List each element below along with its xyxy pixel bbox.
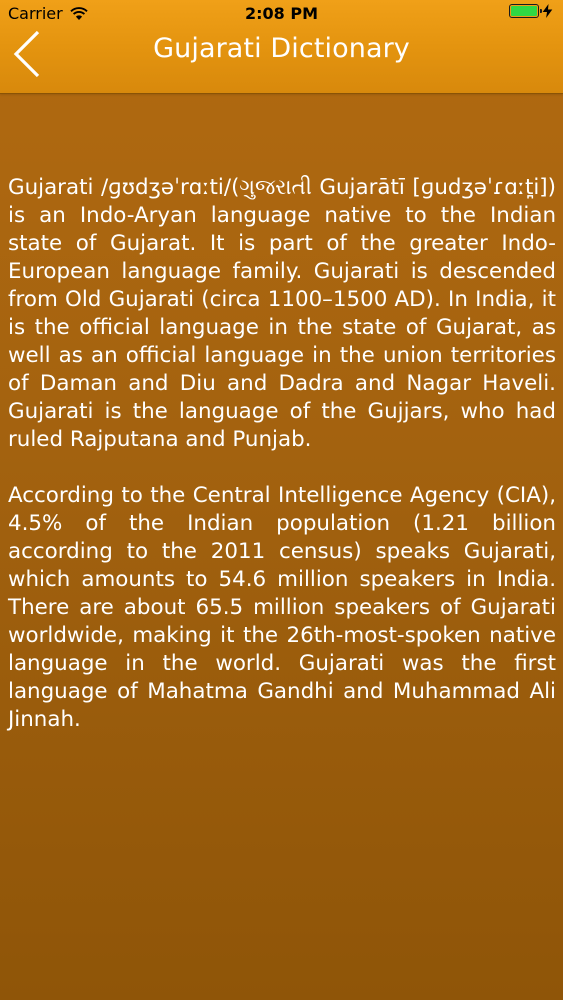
paragraph: Gujarati /ɡʊdʒəˈrɑːti/(ગુજરાતી Gujarātī … — [8, 175, 556, 452]
battery-level — [511, 6, 537, 16]
article-content: Gujarati /ɡʊdʒəˈrɑːti/(ગુજરાતી Gujarātī … — [8, 174, 556, 734]
battery-icon — [509, 4, 542, 18]
page-title: Gujarati Dictionary — [153, 33, 410, 64]
status-bar: Carrier 2:08 PM — [0, 0, 563, 28]
charging-bolt-icon — [542, 4, 553, 18]
status-time: 2:08 PM — [244, 4, 318, 23]
status-right — [509, 4, 553, 18]
paragraph: According to the Central Intelligence Ag… — [8, 483, 556, 732]
